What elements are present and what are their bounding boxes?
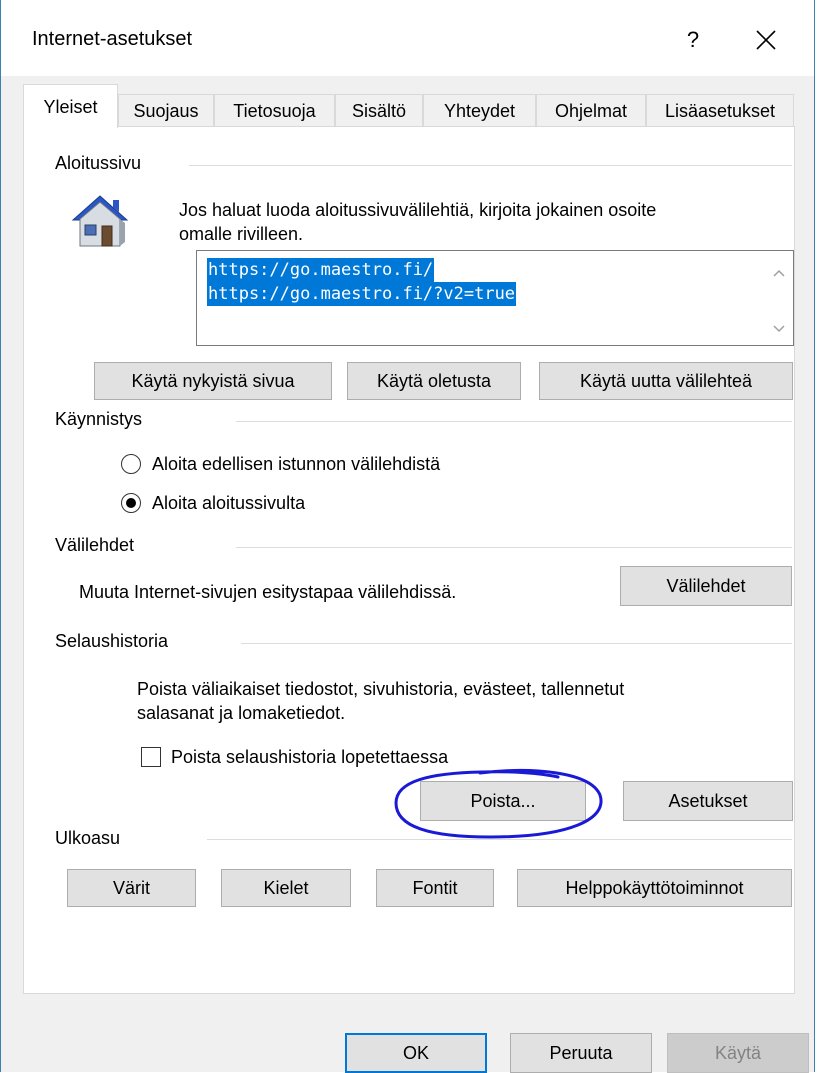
delete-history-on-exit-checkbox[interactable] [141, 747, 161, 767]
appearance-group-label: Ulkoasu [55, 828, 121, 849]
scroll-down-icon[interactable] [771, 321, 787, 337]
radio-selected-dot [126, 498, 136, 508]
apply-button[interactable]: Käytä [667, 1033, 809, 1073]
use-new-tab-button[interactable]: Käytä uutta välilehteä [539, 362, 793, 400]
languages-button[interactable]: Kielet [221, 869, 351, 907]
fonts-button[interactable]: Fontit [376, 869, 494, 907]
group-divider [236, 421, 792, 422]
group-divider [241, 643, 792, 644]
group-divider [189, 165, 792, 166]
homepage-url-textarea[interactable]: https://go.maestro.fi/ https://go.maestr… [196, 250, 794, 346]
history-settings-button[interactable]: Asetukset [623, 781, 793, 821]
internet-options-dialog: Internet-asetukset ? Yleiset Suojaus Tie… [0, 0, 815, 1073]
tabs-description: Muuta Internet-sivujen esitystapaa välil… [79, 582, 457, 602]
radio-start-previous-session[interactable] [121, 454, 141, 474]
close-icon [756, 30, 776, 50]
tab-tietosuoja[interactable]: Tietosuoja [214, 94, 335, 126]
accessibility-button[interactable]: Helppokäyttötoiminnot [517, 869, 792, 907]
colors-button[interactable]: Värit [67, 869, 196, 907]
tabs-group-label: Välilehdet [55, 535, 135, 556]
homepage-description-line1: Jos haluat luoda aloitussivuvälilehtiä, … [179, 200, 657, 220]
group-divider [236, 547, 792, 548]
cancel-button[interactable]: Peruuta [510, 1033, 652, 1073]
homepage-url-1: https://go.maestro.fi/ [207, 258, 435, 282]
startup-group-label: Käynnistys [55, 409, 143, 430]
radio-start-previous-session-label: Aloita edellisen istunnon välilehdistä [152, 454, 441, 474]
history-description-line2: salasanat ja lomaketiedot. [137, 703, 346, 723]
tab-lisaasetukset[interactable]: Lisäasetukset [646, 94, 794, 126]
homepage-url-2: https://go.maestro.fi/?v2=true [207, 282, 517, 306]
scroll-up-icon[interactable] [771, 265, 787, 281]
history-description-line1: Poista väliaikaiset tiedostot, sivuhisto… [137, 679, 625, 699]
group-divider [207, 839, 792, 840]
homepage-group-label: Aloitussivu [55, 153, 142, 174]
help-button[interactable]: ? [673, 20, 713, 60]
tab-strip: Yleiset Suojaus Tietosuoja Sisältö Yhtey… [23, 84, 794, 128]
homepage-description-line2: omalle rivilleen. [179, 224, 304, 244]
radio-start-homepage-label: Aloita aloitussivulta [152, 493, 306, 513]
use-current-page-button[interactable]: Käytä nykyistä sivua [94, 362, 332, 400]
close-button[interactable] [744, 18, 788, 62]
use-default-button[interactable]: Käytä oletusta [347, 362, 521, 400]
radio-start-homepage[interactable] [121, 493, 141, 513]
tab-yhteydet[interactable]: Yhteydet [423, 94, 536, 126]
tab-sisalto[interactable]: Sisältö [335, 94, 423, 126]
delete-history-button[interactable]: Poista... [420, 781, 586, 821]
history-group-label: Selaushistoria [55, 631, 169, 652]
tab-ohjelmat[interactable]: Ohjelmat [536, 94, 646, 126]
house-icon [71, 195, 129, 247]
title-bar: Internet-asetukset ? [1, 0, 814, 76]
window-title: Internet-asetukset [32, 28, 193, 50]
tabs-settings-button[interactable]: Välilehdet [620, 566, 792, 606]
tab-suojaus[interactable]: Suojaus [118, 94, 214, 126]
delete-history-on-exit-label: Poista selaushistoria lopetettaessa [171, 747, 449, 767]
ok-button[interactable]: OK [345, 1033, 487, 1073]
tab-yleiset[interactable]: Yleiset [23, 84, 118, 128]
